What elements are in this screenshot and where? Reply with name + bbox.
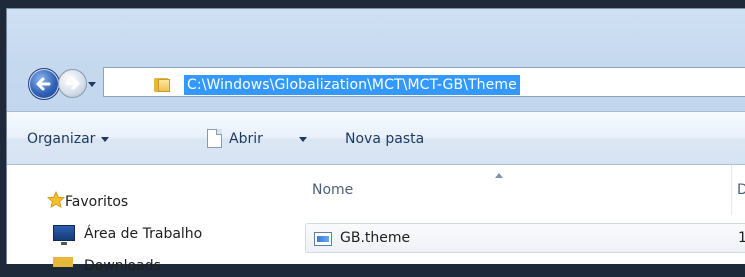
new-folder-button[interactable]: Nova pasta — [345, 112, 424, 166]
organize-label: Organizar — [27, 131, 96, 147]
command-bar: Organizar Abrir Nova pasta — [7, 111, 745, 165]
nav-item-desktop[interactable]: Área de Trabalho — [84, 223, 202, 245]
file-list: Nome D GB.theme 1 — [295, 165, 745, 264]
new-folder-label: Nova pasta — [345, 131, 425, 147]
chevron-down-icon — [101, 136, 110, 142]
title-bar[interactable] — [7, 9, 745, 59]
back-button[interactable] — [28, 68, 60, 100]
file-name: GB.theme — [340, 230, 411, 246]
back-arrow-icon — [36, 77, 51, 91]
open-button[interactable]: Abrir — [229, 112, 263, 166]
desktop-icon — [53, 225, 75, 245]
nav-item-favorites[interactable]: Favoritos — [65, 191, 128, 213]
sort-ascending-icon — [495, 173, 503, 178]
column-divider[interactable] — [731, 165, 732, 215]
column-header-name[interactable]: Nome — [312, 182, 353, 198]
file-row[interactable]: GB.theme 1 — [305, 223, 745, 253]
open-dropdown-button[interactable] — [293, 112, 307, 166]
address-row: C:\Windows\Globalization\MCT\MCT-GB\Them… — [7, 61, 745, 101]
document-icon — [207, 129, 222, 148]
nav-item-downloads[interactable]: Downloads — [84, 255, 161, 277]
address-bar[interactable]: C:\Windows\Globalization\MCT\MCT-GB\Them… — [103, 67, 745, 97]
favorites-star-icon — [47, 191, 65, 209]
downloads-folder-icon — [53, 257, 73, 267]
folder-icon — [154, 76, 172, 92]
forward-arrow-icon — [65, 77, 80, 90]
chevron-down-icon — [299, 136, 307, 142]
theme-file-icon — [314, 232, 332, 246]
organize-menu-button[interactable]: Organizar — [27, 112, 110, 166]
open-label: Abrir — [229, 131, 263, 147]
navigation-pane: Favoritos Área de Trabalho Downloads — [7, 165, 295, 274]
address-path[interactable]: C:\Windows\Globalization\MCT\MCT-GB\Them… — [184, 75, 520, 95]
explorer-window: C:\Windows\Globalization\MCT\MCT-GB\Them… — [6, 8, 745, 274]
forward-button[interactable] — [58, 69, 87, 98]
file-date: 1 — [738, 230, 745, 246]
column-header-date[interactable]: D — [737, 182, 745, 198]
content-area: Favoritos Área de Trabalho Downloads Nom… — [7, 165, 745, 274]
recent-pages-dropdown-icon[interactable] — [87, 79, 97, 89]
